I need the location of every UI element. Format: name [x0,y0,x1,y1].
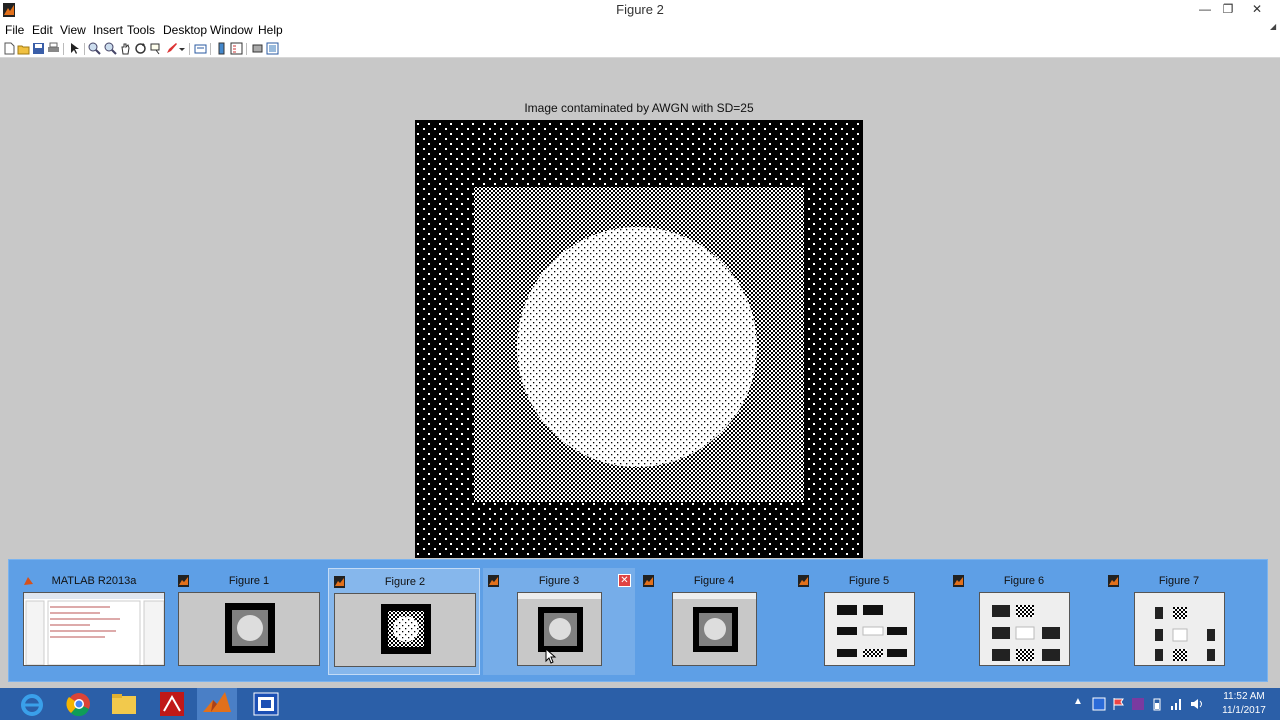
thumbnail-header: Figure 5 [793,574,945,590]
thumbnail-label: Figure 7 [1158,575,1200,587]
link-plot-icon[interactable] [194,42,207,55]
legend-icon[interactable] [230,42,243,55]
menu-window[interactable]: Window [210,23,253,37]
thumbnail-header: Figure 3 ✕ [483,574,635,590]
rotate-3d-icon[interactable] [134,42,147,55]
pan-icon[interactable] [119,42,132,55]
thumbnail-label: Figure 2 [384,576,426,588]
new-figure-icon[interactable] [3,42,16,55]
thumbnail-label: Figure 3 [538,575,580,587]
menu-bar: File Edit View Insert Tools Desktop Wind… [0,20,1280,40]
clock-date: 11/1/2017 [1222,705,1266,716]
toolbar-separator [246,43,247,55]
matlab-icon[interactable] [197,688,237,720]
minimize-button[interactable]: — [1194,0,1216,18]
system-clock[interactable]: 11:52 AM 11/1/2017 [1212,690,1276,718]
brush-icon[interactable] [165,42,178,55]
flag-icon[interactable] [1112,697,1126,711]
thumbnail-figure-5[interactable]: Figure 5 [793,568,945,675]
battery-icon[interactable] [1150,697,1164,711]
network-app-icon[interactable] [1092,697,1106,711]
thumbnail-matlab[interactable]: MATLAB R2013a [18,568,170,675]
internet-explorer-icon[interactable] [12,688,52,720]
close-thumbnail-button[interactable]: ✕ [618,574,631,587]
acrobat-icon[interactable] [152,688,192,720]
thumbnail-label: Figure 5 [848,575,890,587]
remote-app-icon[interactable] [246,688,286,720]
menu-file[interactable]: File [5,23,24,37]
data-cursor-icon[interactable] [150,42,163,55]
close-button[interactable]: ✕ [1246,0,1268,18]
menu-edit[interactable]: Edit [32,23,53,37]
windows-taskbar: ▲ 11:52 AM 11/1/2017 [0,688,1280,720]
thumbnail-label: Figure 4 [693,575,735,587]
thumbnail-figure-4[interactable]: Figure 4 [638,568,790,675]
show-plot-tools-icon[interactable] [266,42,279,55]
window-title: Figure 2 [616,2,664,17]
print-icon[interactable] [47,42,60,55]
hide-plot-tools-icon[interactable] [251,42,264,55]
security-icon[interactable] [1131,697,1145,711]
thumbnail-header: MATLAB R2013a [18,574,170,590]
figure-canvas: Image contaminated by AWGN with SD=25 [0,58,1280,558]
maximize-button[interactable]: ❐ [1217,0,1239,18]
thumbnail-figure-2[interactable]: Figure 2 [328,568,480,675]
menu-desktop[interactable]: Desktop [163,23,207,37]
signal-icon[interactable] [1169,697,1183,711]
thumbnail-label: MATLAB R2013a [51,575,137,587]
file-explorer-icon[interactable] [104,688,144,720]
plot-title: Image contaminated by AWGN with SD=25 [524,101,754,115]
toolbar-separator [84,43,85,55]
show-hidden-icons-arrow[interactable]: ▲ [1073,696,1083,707]
thumbnail-preview [824,592,915,666]
toolbar-collapse-icon[interactable]: ◢ [1270,22,1276,31]
thumbnail-figure-6[interactable]: Figure 6 [948,568,1100,675]
chrome-icon[interactable] [59,688,99,720]
zoom-in-icon[interactable] [88,42,101,55]
toolbar-separator [189,43,190,55]
thumbnail-preview [979,592,1070,666]
thumbnail-header: Figure 6 [948,574,1100,590]
menu-view[interactable]: View [60,23,86,37]
thumbnail-preview [517,592,602,666]
window-title-bar: Figure 2 — ❐ ✕ [0,0,1280,20]
thumbnail-header: Figure 4 [638,574,790,590]
thumbnail-label: Figure 6 [1003,575,1045,587]
thumbnail-figure-3[interactable]: Figure 3 ✕ [483,568,635,675]
volume-icon[interactable] [1190,697,1204,711]
menu-tools[interactable]: Tools [127,23,155,37]
noisy-image [415,120,863,558]
thumbnail-preview [672,592,757,666]
taskbar-thumbnail-panel: MATLAB R2013a Figure 1 Figure 2 Figure 3… [8,559,1268,682]
thumbnail-label: Figure 1 [228,575,270,587]
edit-plot-icon[interactable] [68,42,81,55]
thumbnail-header: Figure 7 [1103,574,1255,590]
menu-help[interactable]: Help [258,23,283,37]
thumbnail-preview [1134,592,1225,666]
thumbnail-preview [178,592,320,666]
thumbnail-preview [23,592,165,666]
figure-toolbar [0,40,1280,58]
save-icon[interactable] [32,42,45,55]
thumbnail-preview [334,593,476,667]
thumbnail-figure-7[interactable]: Figure 7 [1103,568,1255,675]
colorbar-icon[interactable] [215,42,228,55]
toolbar-separator [63,43,64,55]
zoom-out-icon[interactable] [104,42,117,55]
thumbnail-header: Figure 2 [329,575,481,591]
toolbar-separator [210,43,211,55]
mouse-cursor-icon [545,648,557,664]
menu-insert[interactable]: Insert [93,23,123,37]
thumbnail-figure-1[interactable]: Figure 1 [173,568,325,675]
thumbnail-header: Figure 1 [173,574,325,590]
clock-time: 11:52 AM [1223,691,1265,702]
open-file-icon[interactable] [17,42,30,55]
